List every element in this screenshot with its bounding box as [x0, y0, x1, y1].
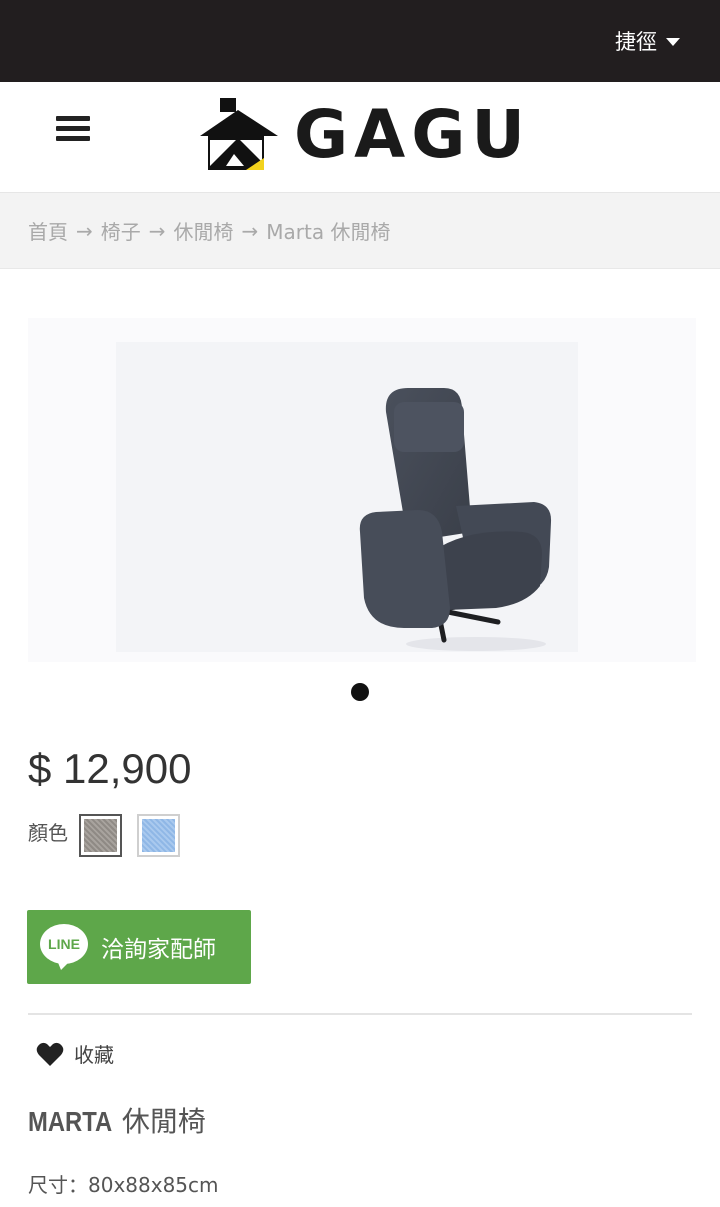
carousel-dot-active[interactable]: [351, 683, 369, 701]
breadcrumb-lounge-chairs[interactable]: 休閒椅: [174, 216, 234, 245]
breadcrumb-home[interactable]: 首頁: [28, 216, 68, 245]
product-title: MARTA 休閒椅: [28, 1100, 206, 1140]
line-consult-button[interactable]: LINE 洽詢家配師: [27, 910, 251, 984]
color-label: 顏色: [28, 821, 68, 845]
gagu-logo-icon: [200, 98, 278, 170]
site-header: GAGU: [0, 82, 720, 193]
product-price: $ 12,900: [28, 745, 192, 792]
hamburger-menu-icon[interactable]: [56, 114, 90, 144]
line-button-label: 洽詢家配師: [101, 937, 216, 963]
breadcrumb-separator: →: [76, 218, 93, 243]
product-dimensions: 尺寸：80x88x85cm: [28, 1173, 219, 1197]
breadcrumb-current: Marta 休閒椅: [266, 220, 391, 244]
color-swatch-grey[interactable]: [79, 814, 122, 857]
breadcrumb-chairs[interactable]: 椅子: [101, 216, 141, 245]
shortcut-label: 捷徑: [615, 30, 657, 54]
shortcut-dropdown[interactable]: 捷徑: [615, 26, 680, 56]
breadcrumb-separator: →: [148, 218, 166, 243]
logo-text: GAGU: [294, 96, 532, 173]
caret-down-icon: [666, 38, 680, 46]
color-swatch-light-blue[interactable]: [137, 814, 180, 857]
line-icon: LINE: [40, 924, 88, 970]
top-bar: 捷徑: [0, 0, 720, 82]
svg-text:LINE: LINE: [48, 936, 80, 952]
favorite-label: 收藏: [74, 1043, 114, 1067]
site-logo[interactable]: GAGU: [198, 96, 531, 174]
heart-icon: [36, 1042, 64, 1066]
recliner-chair-image: [359, 388, 552, 651]
favorite-button[interactable]: 收藏: [36, 1039, 114, 1068]
breadcrumb-separator: →: [241, 218, 259, 243]
breadcrumb: 首頁 → 椅子 → 休閒椅 → Marta 休閒椅: [0, 193, 720, 269]
product-title-en: MARTA: [28, 1106, 113, 1137]
divider: [28, 1013, 692, 1015]
product-photo: [116, 342, 578, 652]
product-gallery[interactable]: [28, 318, 696, 662]
product-title-zh: 休閒椅: [121, 1105, 206, 1138]
